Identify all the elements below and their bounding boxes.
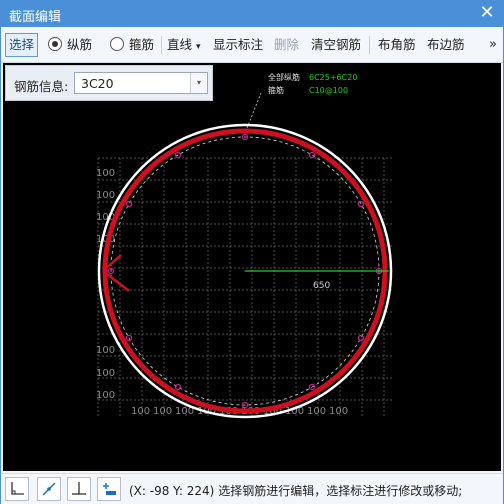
radius-dimension-text[interactable]: 650 <box>313 281 330 291</box>
status-text: (X: -98 Y: 224) 选择钢筋进行编辑，选择标注进行修改或移动; <box>129 482 462 499</box>
drawing-canvas[interactable]: 100 100 100 100 100 100 100 100 100 100 100 100 100 1… <box>3 63 501 471</box>
snap-line-icon[interactable] <box>37 477 61 501</box>
grid <box>97 157 393 418</box>
toolbar-separator <box>161 36 162 54</box>
longitudinal-label: 纵筋 <box>67 37 93 52</box>
grid-label: 100 <box>96 190 115 201</box>
chevron-down-icon[interactable]: ▾ <box>190 73 207 93</box>
rebar-point[interactable] <box>125 200 133 208</box>
clear-rebar-button[interactable]: 清空钢筋 <box>311 34 361 56</box>
edge-rebar-button[interactable]: 布边筋 <box>427 34 465 56</box>
stirrup-radio[interactable]: 箍筋 <box>110 34 154 56</box>
radio-unchecked-icon <box>110 37 124 51</box>
grid-label: 100 <box>96 345 115 356</box>
perpendicular-icon[interactable] <box>67 477 91 501</box>
toolbar: 选择 纵筋 箍筋 直线 ▾ 显示标注 删除 清空钢筋 布角筋 布边筋 » <box>1 28 503 63</box>
grid-labels: 100100100100100100100100 100 100 100 100 100 1… <box>96 168 348 417</box>
chevron-down-icon: ▾ <box>196 42 201 52</box>
orthogonal-mode-icon[interactable] <box>5 477 29 501</box>
section-drawing: 100100100100100100100100 100 100 100 100 100 1… <box>96 72 393 419</box>
rebar-info-value: 3C20 <box>81 76 114 91</box>
window-title: 截面编辑 <box>9 10 62 25</box>
grid-label: 100 <box>131 406 150 417</box>
rebar-point[interactable] <box>174 383 182 391</box>
legend-all-long-label: 全部纵筋 <box>268 72 300 82</box>
grid-label: 100 <box>329 406 348 417</box>
legend-leader-line <box>246 92 262 129</box>
line-type-dropdown[interactable]: 直线 ▾ <box>167 34 201 56</box>
longitudinal-radio[interactable]: 纵筋 <box>48 34 92 56</box>
grid-label: 100 <box>307 406 326 417</box>
corner-rebar-button[interactable]: 布角筋 <box>378 34 416 56</box>
show-dimension-button[interactable]: 显示标注 <box>213 34 263 56</box>
title-bar: 截面编辑 ✕ <box>1 1 503 27</box>
select-button[interactable]: 选择 <box>5 33 39 57</box>
rebar-info-panel: 钢筋信息: 3C20 ▾ <box>5 65 213 101</box>
status-hint: 选择钢筋进行编辑，选择标注进行修改或移动; <box>218 484 463 498</box>
rebar-info-select[interactable]: 3C20 ▾ <box>74 72 208 94</box>
legend-stirrup-label: 箍筋 <box>268 85 284 95</box>
legend-stirrup-value[interactable]: C10@100 <box>309 86 348 95</box>
add-dimension-icon[interactable] <box>97 477 121 501</box>
status-bar: (X: -98 Y: 224) 选择钢筋进行编辑，选择标注进行修改或移动; <box>1 473 503 504</box>
rebar-point[interactable] <box>174 151 182 159</box>
grid-label: 100 <box>96 168 115 179</box>
legend-all-long-value[interactable]: 6C25+6C20 <box>309 73 357 82</box>
grid-label: 100 <box>96 390 115 401</box>
grid-label: 100 <box>153 406 172 417</box>
rebar-point[interactable] <box>357 200 365 208</box>
radio-checked-icon <box>48 37 62 51</box>
delete-button[interactable]: 删除 <box>274 34 299 56</box>
rebar-point[interactable] <box>308 151 316 159</box>
line-type-label: 直线 <box>167 37 193 52</box>
toolbar-separator <box>369 36 370 54</box>
rebar-point[interactable] <box>357 334 365 342</box>
stirrup-label: 箍筋 <box>129 37 155 52</box>
close-icon[interactable]: ✕ <box>477 3 497 23</box>
more-icon[interactable]: » <box>489 34 497 56</box>
grid-label: 100 <box>96 368 115 379</box>
section-edit-window: 截面编辑 ✕ 选择 纵筋 箍筋 直线 ▾ 显示标注 删除 清空钢筋 布角筋 布边… <box>0 0 504 504</box>
cursor-coordinates: (X: -98 Y: 224) <box>129 484 215 498</box>
rebar-info-label: 钢筋信息: <box>14 79 69 94</box>
